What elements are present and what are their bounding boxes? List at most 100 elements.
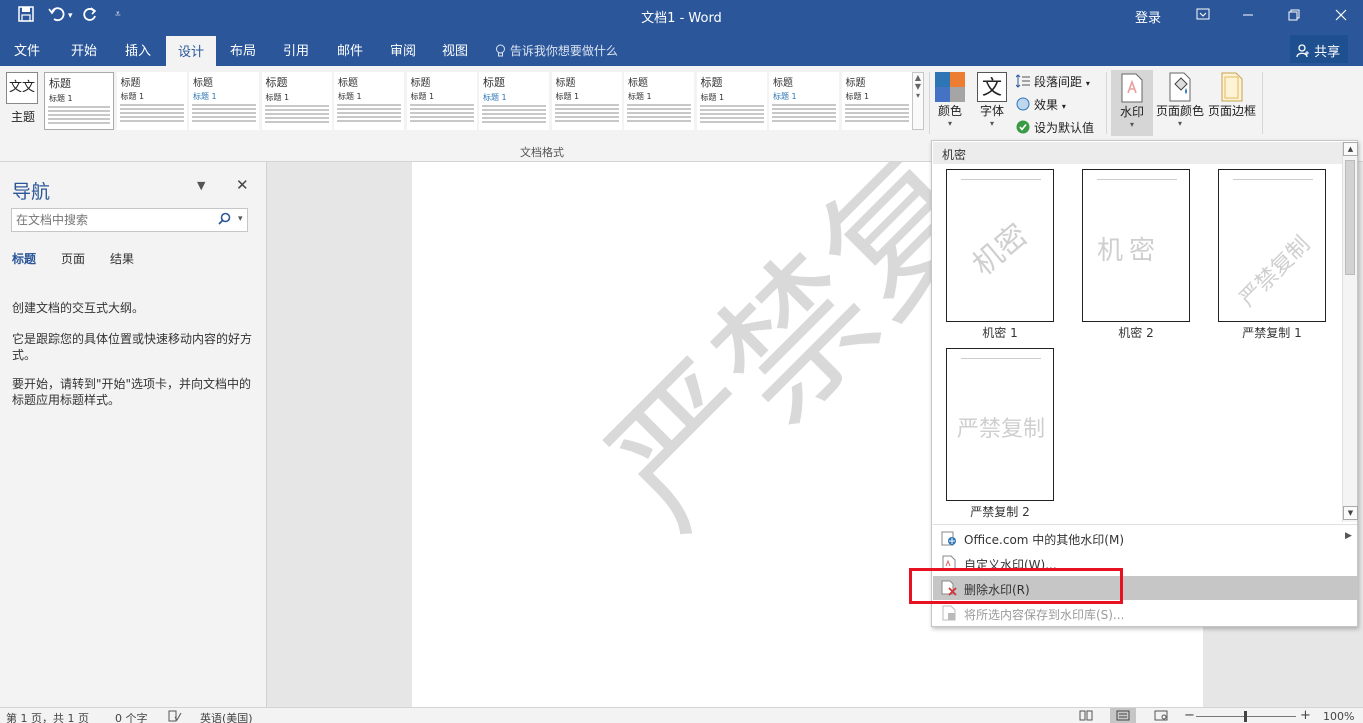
watermark-option-do-not-copy-2[interactable]: 严禁复制 — [946, 348, 1054, 501]
nav-options-dropdown-icon[interactable]: ▼ — [197, 179, 205, 192]
page-color-button[interactable]: 页面颜色 ▾ — [1155, 72, 1205, 128]
tab-insert[interactable]: 插入 — [125, 40, 151, 59]
style-set-text-line — [409, 116, 474, 118]
person-icon — [1296, 44, 1314, 60]
set-as-default-label: 设为默认值 — [1034, 121, 1095, 135]
zoom-in-button[interactable]: + — [1300, 708, 1311, 723]
style-set-text-line — [192, 120, 256, 122]
style-set-text-line — [772, 112, 836, 114]
page-count[interactable]: 第 1 页，共 1 页 — [6, 710, 89, 723]
style-set-text-line — [482, 113, 546, 115]
close-icon[interactable] — [1331, 4, 1351, 26]
watermark-button[interactable]: 水印 ▾ — [1111, 70, 1153, 136]
style-set-item[interactable]: 标题 标题 1 — [624, 72, 694, 130]
style-set-item[interactable]: 标题 标题 1 — [44, 72, 114, 130]
style-set-text-line — [264, 109, 329, 111]
web-layout-icon[interactable] — [1154, 710, 1168, 723]
style-set-item[interactable]: 标题 标题 1 — [116, 72, 187, 130]
nav-search-input[interactable] — [12, 209, 207, 231]
watermark-option-do-not-copy-1[interactable]: 严禁复制 — [1218, 169, 1326, 322]
more-watermarks-menu-item[interactable]: Office.com 中的其他水印(M) ▶ — [933, 526, 1357, 550]
nav-tab-pages[interactable]: 页面 — [61, 250, 85, 267]
page-borders-icon — [1217, 72, 1247, 102]
scroll-thumb[interactable] — [1345, 160, 1355, 275]
language[interactable]: 英语(美国) — [200, 710, 253, 723]
style-set-text-line — [337, 116, 401, 118]
style-set-text-line — [772, 120, 836, 122]
colors-button[interactable]: 颜色 ▾ — [934, 72, 966, 128]
style-set-title: 标题 — [483, 76, 505, 89]
style-set-item[interactable]: 标题 标题 1 — [406, 72, 477, 130]
paragraph-spacing-button[interactable]: 段落间距 ▾ — [1015, 73, 1090, 90]
zoom-slider-thumb[interactable] — [1244, 711, 1247, 722]
style-set-item[interactable]: 标题 标题 1 — [551, 72, 622, 130]
style-set-text-line — [482, 121, 546, 123]
style-set-item[interactable]: 标题标题 1 — [479, 72, 549, 130]
style-set-text-line — [844, 116, 909, 118]
scroll-down-icon[interactable]: ▼ — [1343, 506, 1358, 520]
paragraph-spacing-label: 段落间距 — [1034, 75, 1083, 89]
style-set-text-line — [554, 116, 619, 118]
restore-icon[interactable] — [1284, 4, 1304, 26]
document-formatting-group-label: 文档格式 — [520, 146, 564, 159]
set-as-default-button[interactable]: 设为默认值 — [1016, 119, 1094, 136]
tab-design[interactable]: 设计 — [166, 36, 217, 69]
ribbon-display-icon[interactable] — [1193, 4, 1213, 26]
style-set-title: 标题 — [265, 76, 288, 89]
search-icon[interactable] — [218, 212, 231, 229]
nav-tab-results[interactable]: 结果 — [110, 250, 134, 267]
watermark-preview-text: 严禁复制 — [1235, 232, 1316, 312]
page-borders-button[interactable]: 页面边框 — [1207, 72, 1257, 119]
watermark-option-confidential-1[interactable]: 机密 — [946, 169, 1054, 322]
tab-view[interactable]: 视图 — [442, 40, 468, 59]
print-layout-icon[interactable] — [1110, 708, 1136, 723]
read-mode-icon[interactable] — [1079, 710, 1093, 723]
minimize-icon[interactable] — [1238, 4, 1258, 26]
style-set-text-line — [48, 110, 110, 112]
style-set-text-line — [482, 109, 546, 111]
search-dropdown-icon[interactable]: ▾ — [238, 214, 243, 224]
share-button[interactable]: 共享 — [1290, 35, 1348, 63]
style-set-item[interactable]: 标题 标题 1 — [841, 72, 912, 130]
office-online-icon — [941, 530, 957, 546]
effects-button[interactable]: 效果 ▾ — [1016, 96, 1066, 113]
style-set-heading: 标题 1 — [338, 92, 362, 101]
effects-icon — [1016, 97, 1030, 111]
tell-me-label: 告诉我你想要做什么 — [509, 44, 618, 58]
style-set-heading: 标题 1 — [483, 93, 507, 102]
style-set-heading: 标题 1 — [773, 92, 797, 101]
page-color-dropdown-icon: ▾ — [1177, 119, 1182, 128]
zoom-level[interactable]: 100% — [1323, 710, 1354, 723]
style-set-item[interactable]: 标题标题 1 — [261, 72, 332, 130]
style-set-text-line — [482, 105, 546, 107]
watermark-option-confidential-2[interactable]: 机密 — [1082, 169, 1190, 322]
login-link[interactable]: 登录 — [1135, 7, 1161, 26]
style-set-item[interactable]: 标题 标题 1 — [334, 72, 404, 130]
style-set-text-line — [699, 109, 764, 111]
zoom-out-button[interactable]: − — [1184, 708, 1195, 723]
page-color-icon — [1165, 72, 1195, 102]
watermark-gallery-scrollbar[interactable]: ▲ ▼ — [1342, 142, 1358, 522]
tab-references[interactable]: 引用 — [283, 40, 309, 59]
fonts-button[interactable]: 文 字体 ▾ — [976, 72, 1008, 128]
scroll-up-icon[interactable]: ▲ — [1343, 142, 1358, 156]
style-set-item[interactable]: 标题 标题 1 — [769, 72, 839, 130]
nav-tab-headings[interactable]: 标题 — [12, 250, 36, 267]
style-set-text-line — [627, 104, 691, 106]
style-set-item[interactable]: 标题 标题 1 — [189, 72, 259, 130]
tab-file[interactable]: 文件 — [14, 40, 40, 59]
proofing-icon[interactable] — [168, 710, 182, 723]
themes-button[interactable]: 文文 主题 — [6, 72, 40, 128]
nav-close-icon[interactable]: ✕ — [236, 176, 249, 194]
save-to-gallery-menu-item: 将所选内容保存到水印库(S)... — [933, 601, 1357, 625]
tell-me-search[interactable]: 告诉我你想要做什么 — [495, 42, 618, 59]
style-set-item[interactable]: 标题 标题 1 — [696, 72, 767, 130]
paragraph-spacing-icon — [1015, 74, 1030, 88]
style-set-heading: 标题 1 — [265, 93, 290, 102]
tab-layout[interactable]: 布局 — [230, 40, 256, 59]
tab-home[interactable]: 开始 — [71, 40, 97, 59]
gallery-scroll[interactable]: ▲ ▼ ▾ — [912, 72, 924, 130]
word-count[interactable]: 0 个字 — [115, 710, 148, 723]
tab-mailings[interactable]: 邮件 — [337, 40, 363, 59]
tab-review[interactable]: 审阅 — [390, 40, 416, 59]
